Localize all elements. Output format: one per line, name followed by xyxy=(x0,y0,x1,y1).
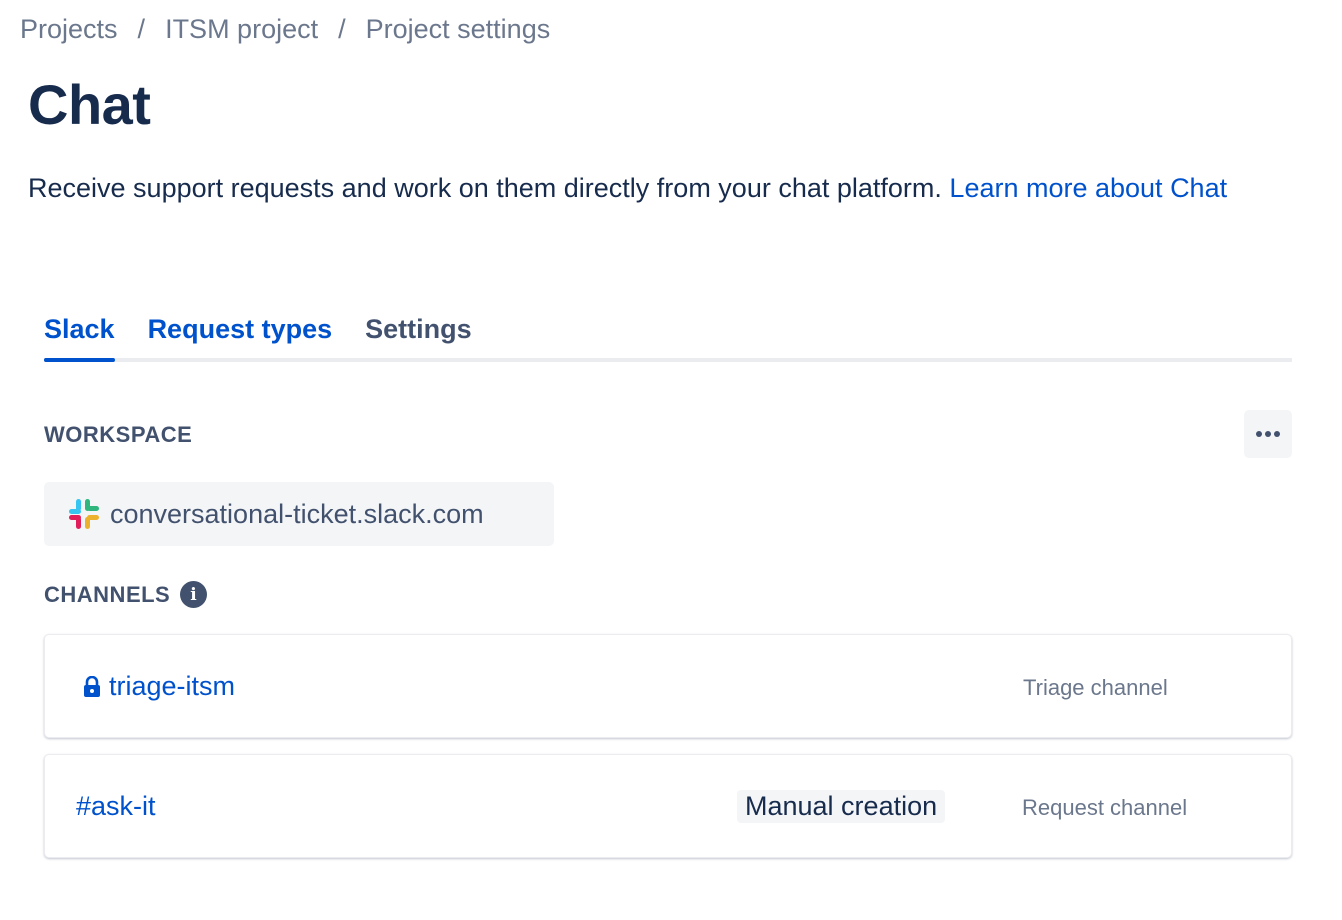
channel-name: triage-itsm xyxy=(109,671,236,701)
channel-row: #ask-it Manual creation Request channel xyxy=(44,754,1292,858)
workspace-chip: conversational-ticket.slack.com xyxy=(44,482,554,546)
breadcrumb: Projects / ITSM project / Project settin… xyxy=(20,14,550,45)
breadcrumb-separator: / xyxy=(137,14,146,44)
channel-type: Request channel xyxy=(1022,795,1188,820)
description-text: Receive support requests and work on the… xyxy=(28,173,942,203)
learn-more-link[interactable]: Learn more about Chat xyxy=(949,173,1227,203)
tab-slack[interactable]: Slack xyxy=(44,308,115,362)
channel-row: triage-itsm Triage channel xyxy=(44,634,1292,738)
tab-request-types[interactable]: Request types xyxy=(148,308,333,358)
tab-settings[interactable]: Settings xyxy=(365,308,472,358)
channel-link-ask-it[interactable]: #ask-it xyxy=(76,791,156,822)
lock-icon xyxy=(84,675,100,697)
page-description: Receive support requests and work on the… xyxy=(28,168,1288,208)
more-horizontal-icon xyxy=(1265,431,1271,437)
breadcrumb-projects[interactable]: Projects xyxy=(20,14,118,45)
breadcrumb-project-settings[interactable]: Project settings xyxy=(366,14,551,45)
more-horizontal-icon xyxy=(1256,431,1262,437)
tab-list: Slack Request types Settings xyxy=(44,308,1292,362)
info-icon[interactable]: i xyxy=(180,581,208,608)
page-title: Chat xyxy=(28,73,151,136)
workspace-label: WORKSPACE xyxy=(44,422,193,447)
slack-logo-icon xyxy=(69,499,99,529)
more-actions-button[interactable] xyxy=(1244,410,1292,458)
workspace-name: conversational-ticket.slack.com xyxy=(110,498,484,529)
breadcrumb-separator: / xyxy=(338,14,346,44)
more-horizontal-icon xyxy=(1274,431,1280,437)
manual-creation-badge: Manual creation xyxy=(737,790,946,823)
channel-link-triage-itsm[interactable]: triage-itsm xyxy=(83,671,235,702)
channels-heading: CHANNELS i xyxy=(44,581,208,608)
workspace-heading: WORKSPACE xyxy=(44,422,192,448)
channel-type: Triage channel xyxy=(1023,675,1168,700)
breadcrumb-itsm-project[interactable]: ITSM project xyxy=(165,14,318,45)
channel-name: #ask-it xyxy=(76,791,156,821)
channels-label: CHANNELS xyxy=(44,581,171,607)
